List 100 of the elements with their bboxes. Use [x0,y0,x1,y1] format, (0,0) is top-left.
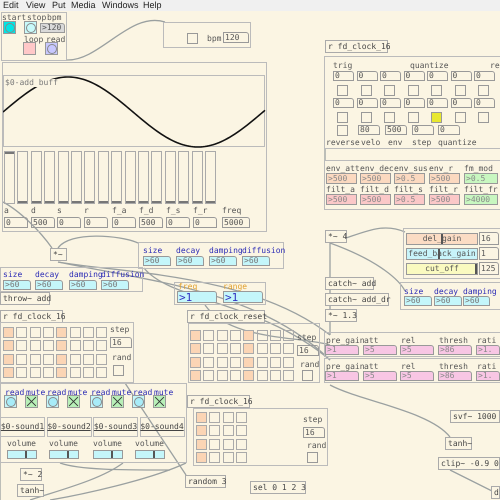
step-toggle[interactable] [16,354,28,365]
vertical-slider[interactable] [178,151,190,204]
number-box[interactable]: 16 [297,345,319,356]
toggle[interactable] [454,112,466,123]
number-box[interactable]: >60 [69,280,97,290]
vertical-slider[interactable] [98,151,109,204]
number-box[interactable]: >60 [101,280,129,290]
toggle[interactable] [337,85,348,96]
number-box[interactable]: 0 [112,217,136,228]
number-box[interactable]: >60 [463,296,490,306]
number-box[interactable]: 0 [57,217,81,228]
slider-handle[interactable] [179,201,188,203]
step-toggle[interactable] [270,356,281,368]
toggle-square[interactable] [23,42,36,55]
step-toggle[interactable] [222,425,234,436]
number-box[interactable]: 0 [356,71,378,81]
number-box[interactable]: 0 [380,98,401,108]
step-toggle[interactable] [30,366,41,378]
step-toggle[interactable] [216,330,228,341]
step-toggle[interactable] [196,452,207,463]
slider-handle[interactable] [58,201,68,203]
object-box[interactable]: tanh~ [445,437,472,450]
step-toggle[interactable] [270,330,281,341]
step-toggle[interactable] [42,327,54,338]
step-toggle[interactable] [203,356,214,368]
step-toggle[interactable] [230,330,241,341]
horizontal-slider[interactable] [93,450,123,459]
object-box[interactable]: clip~ -0.9 0 [438,457,500,470]
step-toggle[interactable] [230,356,241,368]
toggle[interactable] [478,112,489,123]
vertical-slider[interactable] [71,151,82,204]
number-box[interactable]: 16 [303,427,325,438]
number-box[interactable]: 1 [479,247,499,260]
slider-handle[interactable] [25,451,28,458]
slider-handle[interactable] [67,451,70,458]
toggle[interactable] [67,395,80,408]
step-toggle[interactable] [243,330,254,341]
step-toggle[interactable] [42,366,54,378]
step-toggle[interactable] [16,366,28,378]
step-toggle[interactable] [16,340,28,352]
step-toggle[interactable] [30,340,41,352]
number-box[interactable]: 16 [110,337,132,348]
step-toggle[interactable] [70,366,80,378]
slider-handle[interactable] [206,201,215,203]
step-toggle[interactable] [243,343,254,354]
number-box[interactable]: 0 [356,98,378,108]
object-box[interactable]: *~ [50,248,67,261]
vertical-slider[interactable] [151,151,162,204]
number-box[interactable]: 0 [380,71,401,81]
number-box[interactable]: 0 [474,71,495,81]
number-box[interactable]: 500 [31,217,55,228]
step-toggle[interactable] [96,327,108,338]
step-toggle[interactable] [209,452,220,463]
number-box[interactable]: >60 [143,256,171,266]
slider-handle[interactable] [152,201,162,203]
step-toggle[interactable] [42,340,54,352]
slider-handle[interactable] [98,201,108,203]
step-toggle[interactable] [256,343,268,354]
vertical-slider[interactable] [30,151,42,204]
number-box[interactable]: 500 [385,125,407,135]
step-toggle[interactable] [236,412,247,423]
toggle[interactable] [111,395,124,408]
toggle[interactable] [187,33,198,44]
object-box[interactable]: sel 0 1 2 3 [250,481,306,494]
toggle[interactable] [384,85,395,96]
vertical-slider[interactable] [205,151,216,204]
number-box[interactable]: 16 [479,232,499,245]
number-box[interactable]: >60 [434,296,462,306]
number-box[interactable]: 0 [193,217,217,228]
step-toggle[interactable] [203,370,214,381]
step-toggle[interactable] [270,370,281,381]
number-box[interactable]: 0 [166,217,190,228]
menu-item[interactable]: Edit [3,0,19,10]
bang-button[interactable] [4,395,17,408]
horizontal-slider[interactable] [49,450,79,459]
object-box[interactable]: random 3 [185,475,226,488]
slider-handle[interactable] [153,451,156,458]
number-box[interactable]: >60 [242,256,270,266]
step-toggle[interactable] [82,366,94,378]
toggle[interactable] [337,112,348,123]
step-toggle[interactable] [96,366,108,378]
bang-button[interactable] [3,21,16,34]
step-toggle[interactable] [56,340,68,352]
step-toggle[interactable] [56,327,68,338]
step-toggle[interactable] [209,425,220,436]
number-box[interactable]: 0 [450,71,472,81]
number-box[interactable]: 0 [404,71,424,81]
vertical-slider[interactable] [44,151,56,204]
step-toggle[interactable] [196,425,207,436]
step-toggle[interactable] [30,354,41,365]
step-toggle[interactable] [3,366,14,378]
step-toggle[interactable] [216,370,228,381]
step-toggle[interactable] [190,330,201,341]
slider-handle[interactable] [139,201,148,203]
toggle[interactable] [153,395,166,408]
vertical-slider[interactable] [124,151,136,204]
step-toggle[interactable] [236,452,247,463]
toggle[interactable] [307,452,318,463]
step-toggle[interactable] [70,327,80,338]
toggle[interactable] [384,112,395,123]
